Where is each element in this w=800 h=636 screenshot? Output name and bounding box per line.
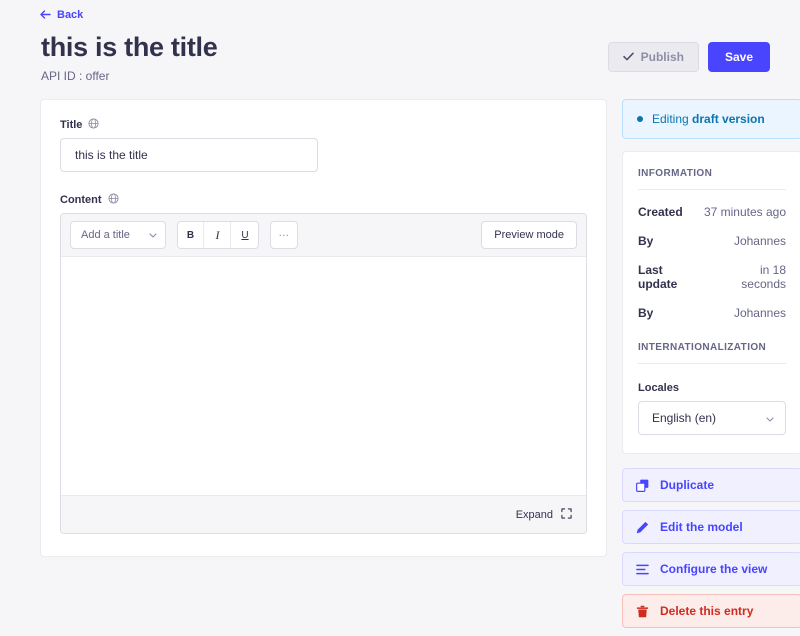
- wysiwyg-editor: Add a title B I U …: [60, 213, 587, 534]
- chevron-down-icon: [149, 229, 157, 241]
- duplicate-button[interactable]: Duplicate: [622, 468, 800, 502]
- chevron-down-icon: [766, 411, 774, 425]
- expand-label: Expand: [516, 509, 553, 521]
- sidebar: Editing draft version INFORMATION Create…: [622, 99, 800, 636]
- draft-prefix: Editing: [652, 112, 692, 126]
- title-label-text: Title: [60, 119, 82, 131]
- bold-button[interactable]: B: [178, 222, 204, 248]
- info-row: By Johannes: [638, 234, 786, 248]
- duplicate-icon: [636, 479, 650, 492]
- page-title: this is the title: [41, 32, 217, 63]
- pencil-icon: [636, 521, 650, 534]
- expand-icon: [561, 508, 572, 522]
- info-key: By: [638, 234, 653, 248]
- internationalization-section-title: INTERNATIONALIZATION: [638, 342, 786, 364]
- editor-textarea[interactable]: [61, 257, 586, 495]
- more-options-button[interactable]: …: [270, 221, 298, 249]
- edit-model-button[interactable]: Edit the model: [622, 510, 800, 544]
- duplicate-label: Duplicate: [660, 478, 714, 492]
- expand-button[interactable]: Expand: [61, 495, 586, 533]
- preview-mode-button[interactable]: Preview mode: [481, 221, 577, 249]
- content-field-group: Content Add a title: [60, 193, 587, 534]
- configure-view-button[interactable]: Configure the view: [622, 552, 800, 586]
- check-icon: [623, 50, 634, 64]
- title-field-group: Title: [60, 118, 587, 172]
- globe-icon: [88, 118, 99, 132]
- information-card: INFORMATION Created 37 minutes ago By Jo…: [622, 151, 800, 454]
- info-value: 37 minutes ago: [704, 205, 786, 219]
- info-row: Created 37 minutes ago: [638, 205, 786, 219]
- delete-entry-label: Delete this entry: [660, 604, 753, 618]
- publish-label: Publish: [641, 50, 684, 64]
- arrow-left-icon: [40, 10, 51, 19]
- italic-button[interactable]: I: [205, 222, 231, 248]
- locale-select-value: English (en): [652, 411, 716, 425]
- heading-select[interactable]: Add a title: [70, 221, 166, 249]
- text-format-group: B I U: [177, 221, 259, 249]
- heading-select-value: Add a title: [81, 229, 130, 241]
- page-header: Back this is the title API ID : offer Pu…: [0, 0, 800, 83]
- information-section-title: INFORMATION: [638, 168, 786, 190]
- info-value: in 18 seconds: [713, 263, 786, 291]
- info-row: By Johannes: [638, 306, 786, 320]
- edit-model-label: Edit the model: [660, 520, 743, 534]
- title-field-label: Title: [60, 118, 587, 132]
- draft-status-banner: Editing draft version: [622, 99, 800, 139]
- entry-form-card: Title Content: [40, 99, 607, 557]
- draft-status-text: Editing draft version: [652, 112, 765, 126]
- content-area: Title Content: [0, 83, 800, 636]
- info-value: Johannes: [734, 306, 786, 320]
- info-row: Last update in 18 seconds: [638, 263, 786, 291]
- info-key: Last update: [638, 263, 705, 291]
- locales-label: Locales: [638, 382, 786, 394]
- status-dot-icon: [637, 116, 643, 122]
- editor-toolbar: Add a title B I U …: [61, 214, 586, 257]
- draft-strong: draft version: [692, 112, 765, 126]
- locale-select[interactable]: English (en): [638, 401, 786, 435]
- main-column: Title Content: [40, 99, 607, 557]
- back-label: Back: [57, 9, 83, 21]
- api-id-label: API ID : offer: [41, 69, 217, 83]
- globe-icon: [108, 193, 119, 207]
- back-link[interactable]: Back: [40, 9, 83, 21]
- configure-view-label: Configure the view: [660, 562, 767, 576]
- save-label: Save: [725, 50, 753, 64]
- save-button[interactable]: Save: [708, 42, 770, 72]
- title-input[interactable]: [60, 138, 318, 172]
- header-row: this is the title API ID : offer Publish…: [40, 32, 770, 83]
- info-key: Created: [638, 205, 683, 219]
- info-value: Johannes: [734, 234, 786, 248]
- delete-entry-button[interactable]: Delete this entry: [622, 594, 800, 628]
- content-label-text: Content: [60, 194, 102, 206]
- trash-icon: [636, 605, 650, 618]
- info-key: By: [638, 306, 653, 320]
- sliders-icon: [636, 563, 650, 576]
- publish-button[interactable]: Publish: [608, 42, 699, 72]
- content-field-label: Content: [60, 193, 587, 207]
- title-block: this is the title API ID : offer: [40, 32, 217, 83]
- underline-button[interactable]: U: [232, 222, 258, 248]
- header-actions: Publish Save: [608, 32, 770, 72]
